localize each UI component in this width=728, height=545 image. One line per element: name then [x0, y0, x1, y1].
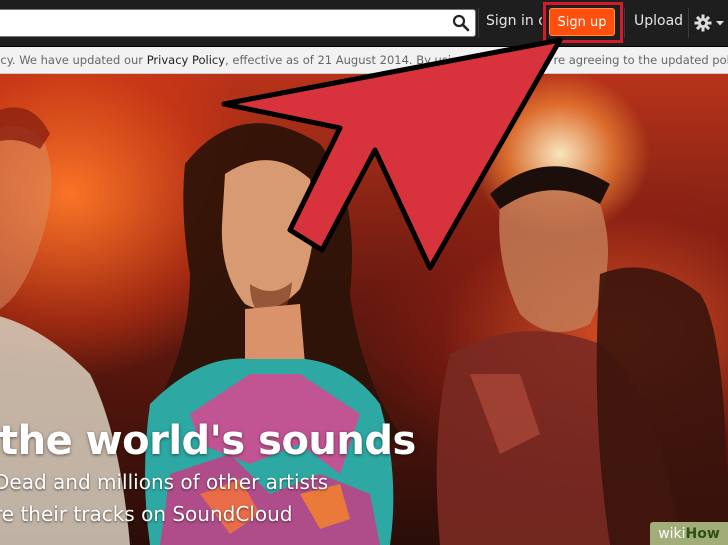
hero-headline: the world's sounds	[0, 418, 416, 464]
hero-subtitle-line-2: re their tracks on SoundCloud	[0, 502, 293, 526]
search-button[interactable]	[447, 10, 475, 36]
chevron-down-icon	[716, 21, 724, 26]
wikihow-watermark: wiki How	[650, 522, 728, 545]
notice-text-tail: ou're agreeing to the updated policy.	[536, 53, 728, 67]
hero-subtitle-line-1: Dead and millions of other artists	[0, 470, 329, 494]
nav-divider	[624, 8, 625, 38]
gear-icon	[694, 14, 712, 32]
top-navigation-bar: Sign in o Sign up Upload	[0, 0, 728, 47]
notice-text: licy. We have updated our	[0, 53, 147, 67]
watermark-text-bold: How	[685, 525, 720, 542]
watermark-text: wiki	[658, 525, 686, 542]
nav-divider	[478, 8, 479, 38]
notice-text: , effective as of 21 August 2014. By usi…	[225, 53, 484, 67]
hero-image: the world's sounds Dead and millions of …	[0, 74, 728, 545]
upload-link[interactable]: Upload	[634, 13, 683, 29]
sign-up-button[interactable]: Sign up	[549, 8, 615, 36]
settings-menu-button[interactable]	[694, 10, 728, 36]
privacy-policy-link[interactable]: Privacy Policy	[147, 53, 225, 67]
search-input[interactable]	[0, 9, 476, 37]
search-icon	[452, 14, 470, 32]
privacy-notice-bar: licy. We have updated our Privacy Policy…	[0, 47, 728, 74]
sign-in-link[interactable]: Sign in o	[486, 13, 542, 29]
nav-divider	[688, 8, 689, 38]
